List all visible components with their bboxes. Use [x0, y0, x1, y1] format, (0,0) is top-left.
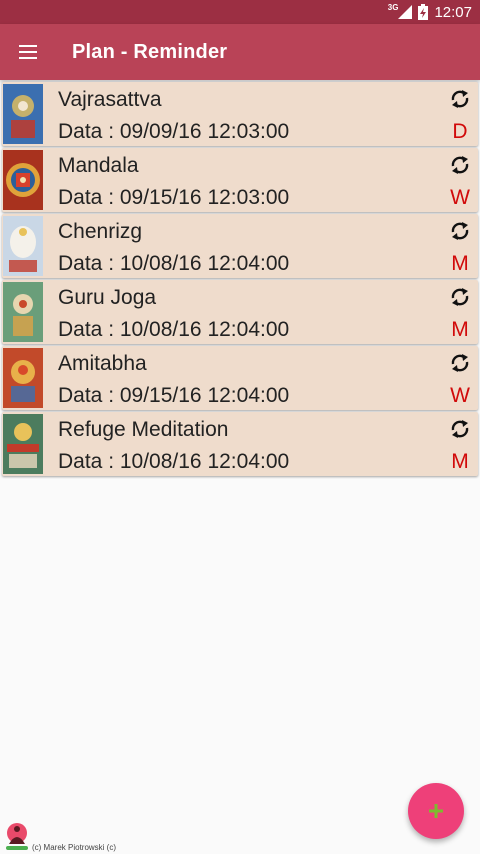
reminder-card[interactable]: Vajrasattva Data : 09/09/16 12:03:00 D	[2, 82, 478, 146]
frequency-badge: M	[451, 450, 469, 473]
reminder-card[interactable]: Amitabha Data : 09/15/16 12:04:00 W	[2, 346, 478, 410]
copyright-text: (c) Marek Piotrowski (c)	[32, 843, 117, 852]
frequency-badge: M	[451, 318, 469, 341]
status-bar: 3G 12:07	[0, 0, 480, 24]
reminder-card[interactable]: Guru Joga Data : 10/08/16 12:04:00 M	[2, 280, 478, 344]
reminder-card[interactable]: Chenrizg Data : 10/08/16 12:04:00 M	[2, 214, 478, 278]
app-bar: Plan - Reminder	[0, 24, 480, 80]
reminder-date: Data : 09/15/16 12:03:00	[58, 186, 290, 209]
page-title: Plan - Reminder	[72, 41, 228, 63]
reminder-name: Vajrasattva	[58, 88, 162, 111]
thangka-thumbnail	[3, 348, 43, 408]
reminder-name: Amitabha	[58, 352, 147, 375]
repeat-icon[interactable]	[448, 417, 472, 441]
hamburger-menu-icon[interactable]	[18, 42, 38, 62]
reminder-name: Mandala	[58, 154, 139, 177]
repeat-icon[interactable]	[448, 285, 472, 309]
thangka-thumbnail	[3, 216, 43, 276]
reminder-name: Chenrizg	[58, 220, 143, 243]
clock: 12:07	[434, 3, 472, 21]
signal-icon	[398, 5, 413, 19]
reminder-card[interactable]: Refuge Meditation Data : 10/08/16 12:04:…	[2, 412, 478, 476]
add-reminder-button[interactable]	[408, 783, 464, 839]
network-type-label: 3G	[387, 2, 399, 12]
mandala-thumbnail	[3, 150, 43, 210]
repeat-icon[interactable]	[448, 219, 472, 243]
status-icons: 3G 12:07	[388, 0, 472, 24]
reminder-name: Refuge Meditation	[58, 418, 229, 441]
reminder-date: Data : 10/08/16 12:04:00	[58, 318, 290, 341]
repeat-icon[interactable]	[448, 351, 472, 375]
frequency-badge: M	[451, 252, 469, 275]
repeat-icon[interactable]	[448, 87, 472, 111]
frequency-badge: D	[452, 120, 468, 143]
frequency-badge: W	[450, 186, 470, 209]
thangka-thumbnail	[3, 282, 43, 342]
reminder-card[interactable]: Mandala Data : 09/15/16 12:03:00 W	[2, 148, 478, 212]
thangka-thumbnail	[3, 414, 43, 474]
repeat-icon[interactable]	[448, 153, 472, 177]
thangka-thumbnail	[3, 84, 43, 144]
frequency-badge: W	[450, 384, 470, 407]
reminder-date: Data : 10/08/16 12:04:00	[58, 450, 290, 473]
reminder-date: Data : 09/15/16 12:04:00	[58, 384, 290, 407]
reminder-name: Guru Joga	[58, 286, 157, 309]
battery-icon	[418, 4, 429, 20]
reminder-date: Data : 09/09/16 12:03:00	[58, 120, 290, 143]
add-icon	[429, 804, 443, 818]
reminder-date: Data : 10/08/16 12:04:00	[58, 252, 290, 275]
meditation-logo-icon	[6, 823, 28, 850]
